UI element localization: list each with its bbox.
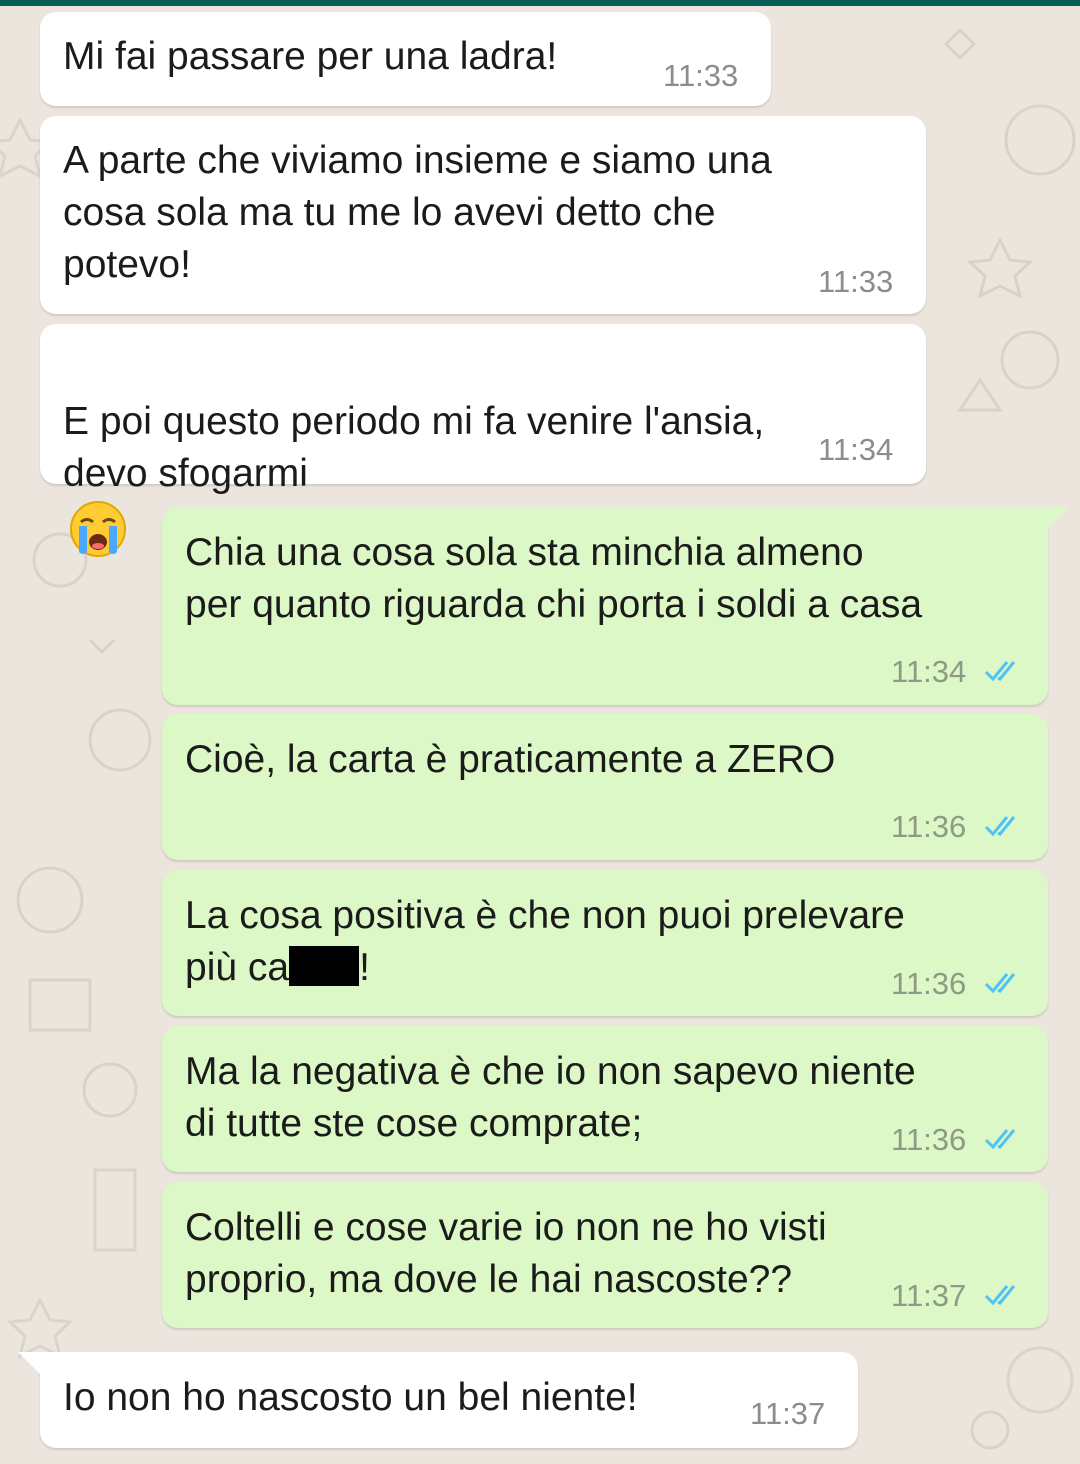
message-text-fragment: ! xyxy=(359,946,370,989)
message-text: Coltelli e cose varie io non ne ho visti… xyxy=(185,1206,827,1301)
message-bubble-incoming[interactable]: E poi questo periodo mi fa venire l'ansi… xyxy=(40,324,926,557)
message-text: Io non ho nascosto un bel niente! xyxy=(63,1376,638,1419)
double-check-read-icon xyxy=(984,1285,1016,1306)
message-text-fragment: più ca xyxy=(185,946,290,989)
loudly-crying-face-icon xyxy=(70,501,126,557)
message-timestamp: 11:33 xyxy=(663,58,739,93)
message-text-line: La cosa positiva è che non puoi prelevar… xyxy=(185,894,905,937)
message-bubble-incoming[interactable]: Io non ho nascosto un bel niente! 11:37 xyxy=(18,1352,858,1448)
message-timestamp: 11:34 xyxy=(891,654,967,689)
message-bubble-outgoing[interactable]: Chia una cosa sola sta minchia almeno pe… xyxy=(162,507,1070,705)
message-bubble-incoming[interactable]: A parte che viviamo insieme e siamo una … xyxy=(40,116,926,314)
double-check-read-icon xyxy=(984,816,1016,837)
message-text-content: E poi questo periodo mi fa venire l'ansi… xyxy=(63,400,765,495)
message-timestamp: 11:33 xyxy=(818,264,894,299)
message-text: Cioè, la carta è praticamente a ZERO xyxy=(185,738,836,781)
message-timestamp: 11:37 xyxy=(891,1278,967,1313)
message-text: Ma la negativa è che io non sapevo nient… xyxy=(185,1050,916,1145)
redaction-block xyxy=(289,946,360,986)
double-check-read-icon xyxy=(984,1129,1016,1150)
message-text: Mi fai passare per una ladra! xyxy=(63,35,558,78)
message-timestamp: 11:34 xyxy=(818,432,894,467)
message-bubble-incoming[interactable]: Mi fai passare per una ladra! 11:33 xyxy=(40,12,771,106)
message-timestamp: 11:37 xyxy=(750,1396,826,1431)
double-check-read-icon xyxy=(984,973,1016,994)
message-bubble-outgoing[interactable]: Coltelli e cose varie io non ne ho visti… xyxy=(162,1182,1048,1328)
double-check-read-icon xyxy=(984,661,1016,682)
message-timestamp: 11:36 xyxy=(891,966,967,1001)
message-timestamp: 11:36 xyxy=(891,1122,967,1157)
message-bubble-outgoing[interactable]: Ma la negativa è che io non sapevo nient… xyxy=(162,1026,1048,1172)
message-text: La cosa positiva è che non puoi prelevar… xyxy=(185,890,905,994)
message-bubble-outgoing[interactable]: Cioè, la carta è praticamente a ZERO 11:… xyxy=(162,714,1048,860)
message-text: A parte che viviamo insieme e siamo una … xyxy=(63,139,772,286)
message-bubble-outgoing[interactable]: La cosa positiva è che non puoi prelevar… xyxy=(162,870,1048,1016)
message-timestamp: 11:36 xyxy=(891,809,967,844)
bubble-tail xyxy=(18,1352,40,1374)
message-text-line: più ca! xyxy=(185,942,905,994)
bubble-tail xyxy=(1048,507,1070,529)
message-text: Chia una cosa sola sta minchia almeno pe… xyxy=(185,531,923,626)
